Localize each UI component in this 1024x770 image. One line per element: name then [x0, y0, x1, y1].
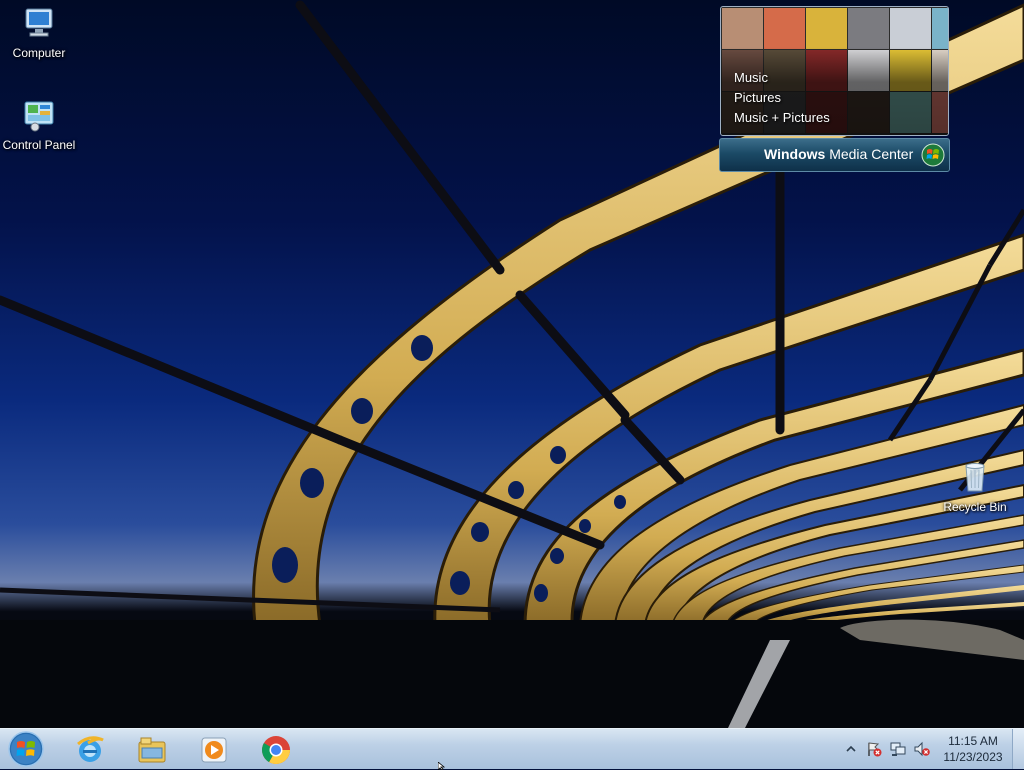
taskbar-app-chrome[interactable] — [250, 731, 302, 767]
file-explorer-icon — [138, 737, 166, 763]
media-center-item-music-pictures[interactable]: Music + Pictures — [734, 108, 830, 128]
recycle-bin-icon — [965, 463, 985, 492]
media-player-icon — [201, 737, 227, 763]
computer-icon — [25, 8, 53, 37]
desktop-icon-label: Control Panel — [2, 138, 76, 152]
desktop-icon-label: Computer — [12, 46, 66, 60]
internet-explorer-icon — [77, 736, 104, 762]
media-center-gadget[interactable]: Music Pictures Music + Pictures Windows … — [719, 6, 950, 172]
taskbar-clock[interactable]: 11:15 AM 11/23/2023 — [940, 733, 1006, 765]
clock-time: 11:15 AM — [948, 734, 998, 748]
media-center-brand: Windows Media Center — [764, 146, 914, 162]
media-center-item-music[interactable]: Music — [734, 68, 830, 88]
control-panel-icon — [24, 101, 54, 132]
desktop-icon-control-panel[interactable]: Control Panel — [0, 98, 82, 153]
clock-date: 11/23/2023 — [943, 750, 1003, 764]
action-center-flag-icon[interactable] — [866, 741, 882, 757]
show-hidden-icons-chevron[interactable] — [843, 741, 859, 757]
taskbar-app-media-player[interactable] — [188, 731, 240, 767]
show-desktop-button[interactable] — [1012, 729, 1024, 769]
desktop-icon-recycle-bin[interactable]: Recycle Bin — [932, 460, 1018, 515]
taskbar-app-internet-explorer[interactable] — [64, 731, 116, 767]
desktop-icon-computer[interactable]: Computer — [0, 6, 82, 61]
mouse-cursor-icon — [438, 762, 446, 770]
volume-muted-icon[interactable] — [914, 741, 930, 757]
start-button[interactable] — [6, 730, 46, 768]
network-icon[interactable] — [890, 741, 906, 757]
media-center-launch-bar[interactable]: Windows Media Center — [719, 138, 950, 172]
media-center-menu: Music Pictures Music + Pictures — [734, 68, 830, 128]
taskbar: 11:15 AM 11/23/2023 — [0, 728, 1024, 769]
windows-logo-icon — [921, 143, 945, 167]
chrome-icon — [262, 736, 290, 764]
desktop-icon-label: Recycle Bin — [943, 500, 1007, 514]
taskbar-app-file-explorer[interactable] — [126, 731, 178, 767]
media-center-item-pictures[interactable]: Pictures — [734, 88, 830, 108]
